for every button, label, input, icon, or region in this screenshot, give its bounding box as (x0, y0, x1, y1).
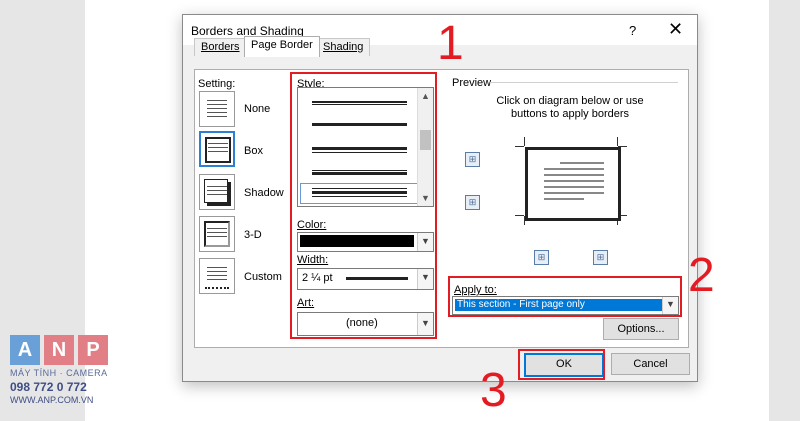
left-border-button[interactable]: ⊞ (534, 250, 549, 265)
preview-divider (490, 82, 678, 83)
art-label: Art: (297, 297, 315, 309)
bottom-border-button[interactable]: ⊞ (465, 195, 480, 210)
setting-none-icon[interactable] (199, 91, 235, 127)
annotation-number-2: 2 (688, 249, 715, 302)
color-dropdown[interactable]: ▼ (297, 232, 434, 252)
setting-shadow-icon[interactable] (199, 174, 235, 210)
apply-to-value: This section - First page only (455, 299, 663, 311)
style-option-selected[interactable] (300, 183, 418, 204)
art-value: (none) (346, 317, 378, 329)
options-button[interactable]: Options... (603, 318, 679, 340)
ok-button-label: OK (556, 358, 572, 370)
logo-tagline: MÁY TÍNH · CAMERA (10, 368, 108, 378)
chevron-down-icon[interactable]: ▼ (662, 297, 678, 314)
options-button-label: Options... (617, 323, 665, 335)
setting-custom-label[interactable]: Custom (244, 271, 282, 283)
setting-custom-icon[interactable] (199, 258, 235, 294)
logo-letter-a: A (10, 335, 40, 365)
setting-box-label[interactable]: Box (244, 145, 263, 157)
apply-to-label: Apply to: (454, 284, 497, 296)
cancel-button[interactable]: Cancel (611, 353, 690, 375)
style-option-line-1b (312, 104, 407, 105)
setting-none-label[interactable]: None (244, 103, 270, 115)
style-list[interactable]: ▲ ▼ (297, 87, 434, 207)
logo-phone: 098 772 0 772 (10, 380, 87, 394)
tab-page-border-label: Page Border (251, 39, 313, 51)
style-option-selected-line-a (312, 188, 407, 189)
help-button[interactable]: ? (629, 23, 636, 38)
preview-instruction: Click on diagram below or use buttons to… (496, 95, 644, 120)
width-label: Width: (297, 254, 329, 266)
style-option-selected-line-b (312, 191, 407, 194)
color-swatch (300, 235, 414, 247)
width-preview-line (346, 277, 408, 280)
chevron-down-icon[interactable]: ▼ (417, 233, 433, 251)
preview-diagram[interactable] (525, 147, 621, 221)
width-dropdown[interactable]: 2 ¼ pt ▼ (297, 268, 434, 290)
annotation-number-3: 3 (480, 364, 507, 417)
art-dropdown[interactable]: (none) ▼ (297, 312, 434, 336)
tab-borders[interactable]: Borders (194, 38, 247, 56)
style-option-line-3[interactable] (312, 147, 407, 150)
cancel-button-label: Cancel (633, 358, 668, 370)
close-button[interactable]: ✕ (668, 19, 683, 40)
logo-letter-n: N (44, 335, 74, 365)
preview-label: Preview (452, 77, 492, 89)
tab-shading[interactable]: Shading (316, 38, 371, 56)
logo-url: WWW.ANP.COM.VN (10, 395, 94, 405)
setting-3d-icon[interactable] (199, 216, 235, 252)
scroll-thumb[interactable] (420, 130, 431, 150)
tab-shading-label: Shading (323, 41, 364, 53)
chevron-down-icon[interactable]: ▼ (417, 269, 433, 289)
style-option-selected-line-c (312, 196, 407, 197)
setting-label: Setting: (198, 78, 236, 90)
top-border-button[interactable]: ⊞ (465, 152, 480, 167)
style-option-line-4a[interactable] (312, 170, 407, 171)
tab-borders-label: Borders (201, 41, 240, 53)
right-border-button[interactable]: ⊞ (593, 250, 608, 265)
tab-page-border[interactable]: Page Border (244, 36, 320, 57)
apply-to-dropdown[interactable]: This section - First page only ▼ (452, 296, 679, 315)
color-label: Color: (297, 219, 327, 231)
style-option-line-3b (312, 152, 407, 153)
style-option-line-4 (312, 172, 407, 175)
scroll-down-icon[interactable]: ▼ (421, 193, 430, 203)
setting-shadow-label[interactable]: Shadow (244, 187, 284, 199)
style-option-line-1[interactable] (312, 101, 407, 103)
logo-letter-p: P (78, 335, 108, 365)
style-list-scrollbar[interactable]: ▲ ▼ (417, 88, 433, 206)
setting-box-icon[interactable] (199, 131, 235, 167)
ok-button[interactable]: OK (524, 353, 604, 377)
annotation-number-1: 1 (437, 17, 464, 70)
scroll-up-icon[interactable]: ▲ (421, 91, 430, 101)
chevron-down-icon[interactable]: ▼ (417, 313, 433, 335)
width-value: 2 ¼ pt (302, 272, 333, 284)
setting-3d-label[interactable]: 3-D (244, 229, 262, 241)
anp-logo: A N P MÁY TÍNH · CAMERA 098 772 0 772 WW… (10, 335, 110, 410)
style-option-line-2[interactable] (312, 123, 407, 126)
